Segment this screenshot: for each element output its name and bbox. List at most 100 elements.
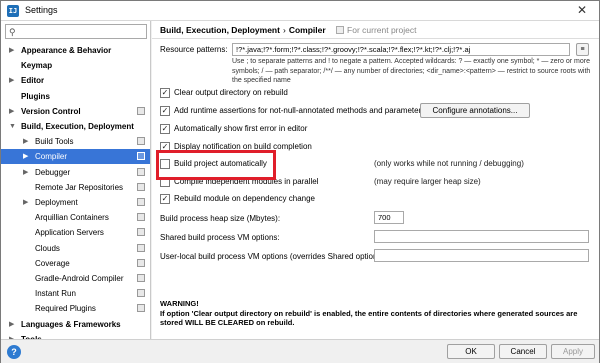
- sidebar-item-appearance-behavior[interactable]: ▶ Appearance & Behavior: [1, 43, 150, 58]
- highlight-box: [156, 150, 276, 180]
- user-vm-input[interactable]: [374, 249, 589, 262]
- close-icon[interactable]: ✕: [577, 3, 587, 17]
- project-scope-icon: [137, 304, 145, 313]
- sidebar-item-plugins[interactable]: Plugins: [1, 89, 150, 104]
- ok-button[interactable]: OK: [447, 344, 495, 359]
- expand-arrow-icon[interactable]: ▶: [23, 195, 31, 210]
- sidebar-item-label: Build Tools: [35, 137, 74, 147]
- checkbox-label: Automatically show first error in editor: [174, 124, 308, 133]
- sidebar-item-label: Compiler: [35, 152, 68, 162]
- title-bar: IJ Settings ✕: [1, 1, 599, 21]
- expand-arrow-icon[interactable]: ▶: [9, 73, 17, 88]
- sidebar-item-arquillian-containers[interactable]: Arquillian Containers: [1, 210, 150, 225]
- edit-patterns-icon[interactable]: ≡: [576, 43, 589, 56]
- heap-size-input[interactable]: 700: [374, 211, 404, 224]
- sidebar-item-label: Languages & Frameworks: [21, 319, 121, 329]
- sidebar-item-label: Build, Execution, Deployment: [21, 122, 134, 131]
- sidebar-item-label: Deployment: [35, 198, 78, 207]
- project-scope-icon: [137, 137, 145, 146]
- project-scope-icon: [137, 228, 145, 237]
- checkbox-icon[interactable]: ✓: [160, 106, 170, 116]
- sidebar-item-label: Instant Run: [35, 289, 76, 299]
- sidebar-item-editor[interactable]: ▶ Editor: [1, 73, 150, 88]
- resource-patterns-label: Resource patterns:: [160, 45, 228, 54]
- sidebar-item-version-control[interactable]: ▶ Version Control: [1, 104, 150, 119]
- shared-vm-input[interactable]: [374, 230, 589, 243]
- sidebar-item-label: Remote Jar Repositories: [35, 182, 124, 192]
- checkbox-label: Clear output directory on rebuild: [174, 88, 288, 97]
- expand-arrow-icon[interactable]: ▶: [23, 149, 31, 164]
- project-scope-icon: [137, 274, 145, 282]
- checkbox-label: Add runtime assertions for not-null-anno…: [174, 106, 426, 115]
- sidebar-item-build-execution-deployment[interactable]: ▼ Build, Execution, Deployment: [1, 119, 150, 134]
- sidebar-item-tools[interactable]: ▶ Tools: [1, 332, 150, 339]
- checkbox-icon[interactable]: ✓: [160, 88, 170, 98]
- help-icon[interactable]: ?: [7, 345, 21, 359]
- project-scope-icon: [137, 198, 145, 206]
- sidebar-item-label: Keymap: [21, 61, 53, 71]
- sidebar-item-compiler[interactable]: ▶ Compiler: [1, 149, 150, 165]
- collapse-arrow-icon[interactable]: ▼: [9, 119, 17, 134]
- project-scope-text: For current project: [347, 25, 417, 35]
- sidebar-item-label: Debugger: [35, 167, 71, 177]
- sidebar-item-label: Gradle-Android Compiler: [35, 274, 124, 283]
- checkbox-icon[interactable]: ✓: [160, 194, 170, 204]
- sidebar-item-application-servers[interactable]: Application Servers: [1, 225, 150, 240]
- project-scope-icon: [137, 106, 145, 115]
- user-vm-label: User-local build process VM options (ove…: [160, 252, 387, 261]
- compiler-settings-panel: Build, Execution, Deployment › Compiler Fo…: [152, 21, 599, 339]
- search-input[interactable]: ⚲: [5, 24, 147, 39]
- sidebar-item-label: Coverage: [35, 258, 70, 268]
- sidebar-item-label: Plugins: [21, 91, 50, 101]
- sidebar-item-label: Editor: [21, 76, 45, 86]
- expand-arrow-icon[interactable]: ▶: [9, 43, 17, 58]
- project-scope-icon: [137, 243, 145, 252]
- sidebar-item-gradle-android-compiler[interactable]: Gradle-Android Compiler: [1, 271, 150, 286]
- settings-dialog: IJ Settings ✕ ⚲ ▶ Appearance & Behavior Ke…: [0, 0, 600, 363]
- project-scope-icon: [137, 213, 145, 222]
- sidebar-item-remote-jar-repositories[interactable]: Remote Jar Repositories: [1, 180, 150, 195]
- sidebar-item-label: Version Control: [21, 106, 81, 116]
- resource-patterns-hint: Use ; to separate patterns and ! to nega…: [232, 58, 591, 84]
- sidebar-item-label: Required Plugins: [35, 304, 96, 314]
- configure-annotations-button[interactable]: Configure annotations...: [420, 103, 530, 118]
- breadcrumb-current: Compiler: [288, 25, 326, 35]
- expand-arrow-icon[interactable]: ▶: [23, 165, 31, 180]
- shared-vm-label: Shared build process VM options:: [160, 233, 280, 242]
- parallel-note: (may require larger heap size): [374, 177, 481, 186]
- header-divider: [152, 38, 599, 39]
- project-scope-icon: [137, 289, 145, 298]
- expand-arrow-icon[interactable]: ▶: [9, 317, 17, 332]
- sidebar-item-build-tools[interactable]: ▶ Build Tools: [1, 134, 150, 149]
- breadcrumb-separator: ›: [282, 25, 286, 35]
- project-scope-icon: [336, 26, 345, 34]
- project-scope-icon: [137, 182, 145, 191]
- sidebar-item-required-plugins[interactable]: Required Plugins: [1, 301, 150, 316]
- expand-arrow-icon[interactable]: ▶: [9, 104, 17, 119]
- breadcrumb: Build, Execution, Deployment › Compiler Fo…: [160, 25, 416, 35]
- expand-arrow-icon[interactable]: ▶: [9, 332, 17, 339]
- cancel-button[interactable]: Cancel: [499, 344, 547, 359]
- sidebar-item-keymap[interactable]: Keymap: [1, 58, 150, 73]
- project-scope-icon: [137, 258, 145, 267]
- expand-arrow-icon[interactable]: ▶: [23, 134, 31, 149]
- warning-message: WARNING! If option 'Clear output directo…: [160, 299, 590, 328]
- sidebar-item-label: Arquillian Containers: [35, 213, 109, 223]
- sidebar-item-clouds[interactable]: Clouds: [1, 241, 150, 256]
- settings-sidebar: ⚲ ▶ Appearance & Behavior Keymap ▶ Editor Plu…: [1, 21, 151, 339]
- checkbox-icon[interactable]: ✓: [160, 124, 170, 134]
- resource-patterns-input[interactable]: !?*.java;!?*.form;!?*.class;!?*.groovy;!…: [232, 43, 570, 56]
- sidebar-item-languages-frameworks[interactable]: ▶ Languages & Frameworks: [1, 317, 150, 332]
- project-scope-label: For current project: [336, 25, 416, 35]
- sidebar-item-deployment[interactable]: ▶ Deployment: [1, 195, 150, 210]
- sidebar-item-coverage[interactable]: Coverage: [1, 256, 150, 271]
- sidebar-item-instant-run[interactable]: Instant Run: [1, 286, 150, 301]
- search-icon: ⚲: [9, 27, 16, 37]
- sidebar-item-debugger[interactable]: ▶ Debugger: [1, 165, 150, 180]
- apply-button[interactable]: Apply: [551, 344, 595, 359]
- breadcrumb-parent: Build, Execution, Deployment: [160, 25, 280, 35]
- sidebar-item-label: Clouds: [35, 243, 60, 253]
- sidebar-item-label: Appearance & Behavior: [21, 46, 112, 55]
- intellij-app-icon: IJ: [7, 5, 19, 17]
- project-scope-icon: [137, 152, 145, 161]
